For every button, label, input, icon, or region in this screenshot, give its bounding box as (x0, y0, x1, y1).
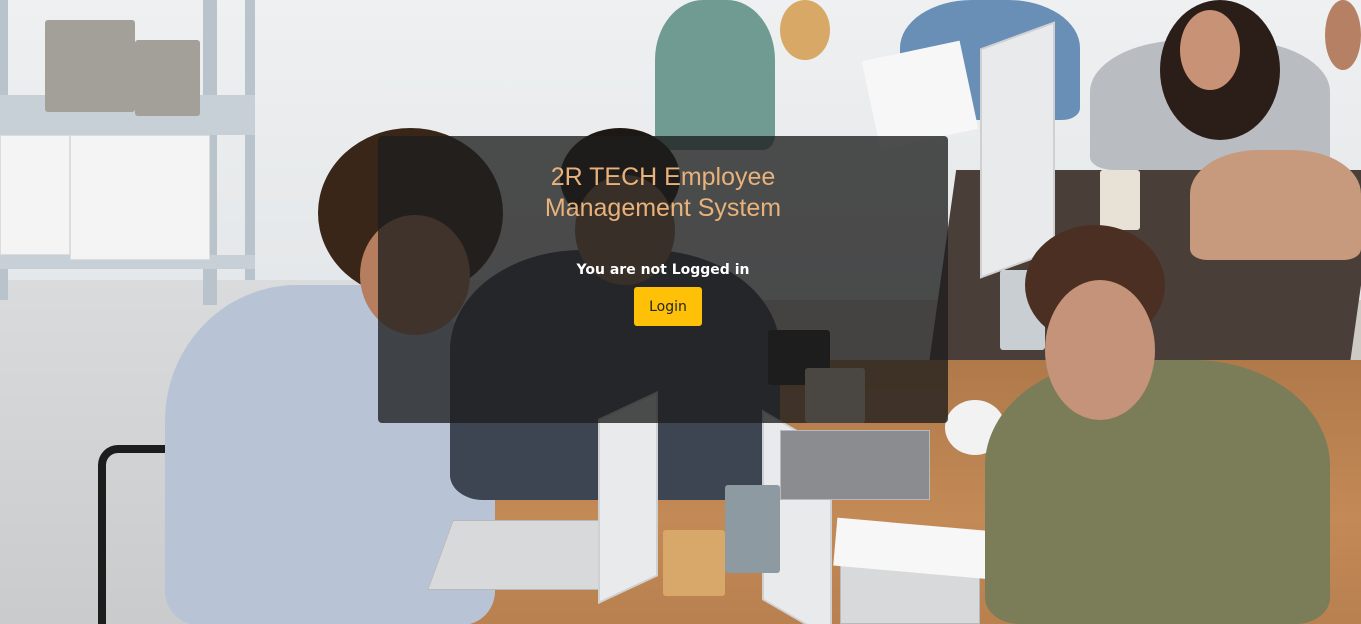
login-status-text: You are not Logged in (576, 262, 750, 278)
login-button[interactable]: Login (634, 287, 702, 326)
person-face (1325, 0, 1361, 70)
person-man-right (985, 360, 1330, 624)
glass-holder (725, 485, 780, 573)
shelf-post (245, 0, 255, 280)
page-title: 2R TECH Employee Management System (544, 163, 782, 222)
monitor (980, 21, 1055, 279)
person-arm (1190, 150, 1361, 260)
storage-basket (45, 20, 135, 112)
pencil-holder (663, 530, 725, 596)
person-hair (780, 0, 830, 60)
striped-notebook (780, 430, 930, 500)
person-face (1045, 280, 1155, 420)
storage-box (70, 135, 210, 260)
cup (1100, 170, 1140, 230)
login-panel: 2R TECH Employee Management System You a… (378, 136, 948, 423)
person-face (1180, 10, 1240, 90)
storage-basket (135, 40, 200, 116)
storage-box (0, 135, 70, 255)
person-standing (655, 0, 775, 150)
